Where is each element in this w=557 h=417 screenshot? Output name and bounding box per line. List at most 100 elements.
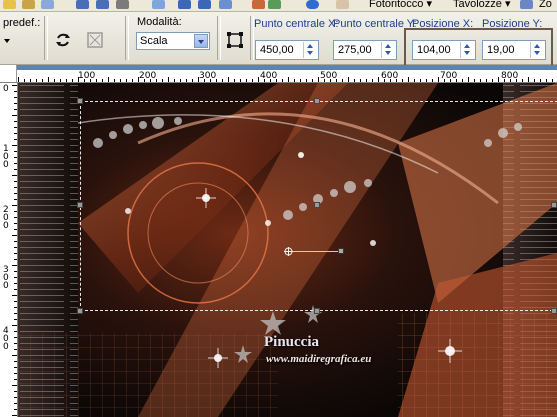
- pivot-point-icon[interactable]: [284, 247, 293, 256]
- ruler-tick: [246, 79, 247, 82]
- browse-icon[interactable]: [41, 0, 54, 9]
- ruler-tick: [150, 79, 151, 82]
- ruler-h-label: 700: [440, 71, 458, 81]
- menu-tavolozze[interactable]: Tavolozze ▾: [453, 0, 511, 11]
- ruler-tick: [12, 205, 17, 206]
- menu-zoom[interactable]: Zo: [539, 0, 552, 11]
- ruler-tick: [14, 259, 17, 260]
- ruler-v-label: 4 0 0: [3, 326, 9, 352]
- ruler-h-label: 400: [260, 71, 278, 81]
- ruler-tick: [192, 79, 193, 82]
- layers-icon[interactable]: [268, 0, 281, 9]
- corner-handle[interactable]: [77, 308, 83, 314]
- image-canvas[interactable]: Pinuccia www.maidiregrafica.eu: [18, 83, 557, 417]
- corner-handle[interactable]: [551, 308, 557, 314]
- ruler-h-label: 300: [199, 71, 217, 81]
- ruler-tick: [12, 265, 17, 266]
- ruler-v-label: 1 0 0: [3, 144, 9, 170]
- ruler-tick: [216, 79, 217, 82]
- ruler-tick: [408, 77, 409, 82]
- ruler-tick: [14, 223, 17, 224]
- menu-fotoritocco[interactable]: Fotoritocco ▾: [369, 0, 432, 11]
- ruler-tick: [14, 379, 17, 380]
- save-icon[interactable]: [76, 0, 89, 9]
- edge-handle[interactable]: [314, 308, 320, 314]
- ruler-tick: [528, 77, 529, 82]
- ruler-tick: [402, 79, 403, 82]
- script-icon[interactable]: [336, 0, 349, 9]
- ruler-tick: [324, 79, 325, 82]
- reset-button[interactable]: [52, 29, 74, 51]
- ruler-tick: [174, 79, 175, 82]
- corner-handle[interactable]: [77, 98, 83, 104]
- preset-dropdown-icon[interactable]: [4, 39, 10, 43]
- ruler-tick: [126, 79, 127, 82]
- apply-button[interactable]: [84, 29, 106, 51]
- command-history-icon[interactable]: [219, 0, 232, 9]
- ruler-tick: [270, 79, 271, 82]
- ruler-tick: [14, 301, 17, 302]
- ruler-tick: [14, 271, 17, 272]
- ruler-tick: [432, 79, 433, 82]
- center-x-field[interactable]: 450,00: [255, 40, 319, 60]
- edge-handle[interactable]: [314, 98, 320, 104]
- ruler-tick: [378, 77, 379, 82]
- image-icon[interactable]: [252, 0, 265, 9]
- ruler-tick: [14, 343, 17, 344]
- ruler-tick: [540, 79, 541, 82]
- bounding-box-button[interactable]: [224, 29, 246, 51]
- bounding-box-icon: [227, 32, 243, 48]
- center-y-field[interactable]: 275,00: [333, 40, 397, 60]
- ruler-v-label: 0: [3, 84, 9, 94]
- ruler-h-label: 500: [320, 71, 338, 81]
- ruler-tick: [294, 79, 295, 82]
- ruler-tick: [14, 211, 17, 212]
- ruler-tick: [14, 163, 17, 164]
- ruler-tick: [120, 79, 121, 82]
- save-as-icon[interactable]: [96, 0, 109, 9]
- ruler-tick: [14, 229, 17, 230]
- ruler-tick: [456, 79, 457, 82]
- mode-label: Modalità:: [137, 16, 182, 28]
- ruler-tick: [54, 79, 55, 82]
- ruler-tick: [252, 79, 253, 82]
- ruler-tick: [138, 77, 139, 82]
- mode-select-value: Scala: [140, 35, 168, 47]
- ruler-tick: [14, 97, 17, 98]
- center-x-label: Punto centrale X:: [254, 18, 339, 30]
- undo-icon[interactable]: [178, 0, 191, 9]
- spin-arrows-icon[interactable]: [381, 42, 395, 58]
- ruler-tick: [14, 337, 17, 338]
- chevron-down-icon[interactable]: [194, 34, 208, 48]
- ruler-tick: [330, 79, 331, 82]
- rotation-handle[interactable]: [338, 248, 344, 254]
- ruler-tick: [12, 175, 17, 176]
- deform-apply-icon: [87, 32, 103, 48]
- zoom-icon[interactable]: [520, 0, 533, 9]
- info-icon[interactable]: [306, 0, 319, 9]
- ruler-tick: [14, 127, 17, 128]
- edge-handle[interactable]: [551, 202, 557, 208]
- ruler-tick: [14, 109, 17, 110]
- print-icon[interactable]: [116, 0, 129, 9]
- ruler-tick: [12, 85, 17, 86]
- new-file-icon[interactable]: [3, 0, 16, 9]
- redo-icon[interactable]: [198, 0, 211, 9]
- spin-arrows-icon[interactable]: [303, 42, 317, 58]
- ruler-tick: [102, 79, 103, 82]
- edge-handle[interactable]: [77, 202, 83, 208]
- ruler-tick: [14, 289, 17, 290]
- ruler-tick: [66, 79, 67, 82]
- ruler-tick: [546, 79, 547, 82]
- ruler-tick: [14, 139, 17, 140]
- camera-icon[interactable]: [152, 0, 165, 9]
- open-folder-icon[interactable]: [22, 0, 35, 9]
- watermark-name: Pinuccia: [264, 334, 319, 350]
- ruler-tick: [264, 79, 265, 82]
- ruler-tick: [42, 79, 43, 82]
- ruler-tick: [420, 79, 421, 82]
- mode-select[interactable]: Scala: [136, 32, 210, 50]
- center-handle[interactable]: [314, 202, 320, 208]
- ruler-tick: [14, 151, 17, 152]
- position-highlight-frame: [404, 28, 553, 70]
